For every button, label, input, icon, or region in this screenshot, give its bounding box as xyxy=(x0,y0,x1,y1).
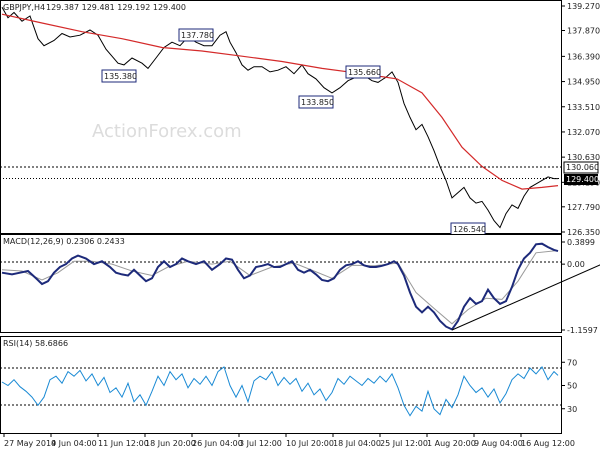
time-tick-label: 26 Jun 04:00 xyxy=(192,439,243,448)
macd-axis-tick-label: 0.3899 xyxy=(567,238,595,247)
price-axis-tick-label: 134.950 xyxy=(567,78,600,87)
price-axis-tick-label: 139.270 xyxy=(567,2,600,11)
macd-panel-frame xyxy=(0,234,562,333)
macd-axis-ticks: 0.3899 0.00 -1.1597 xyxy=(561,238,598,335)
symbol-label: GBPJPY,H4 xyxy=(3,3,45,12)
rsi-label: RSI(14) 58.6866 xyxy=(3,339,68,348)
flag-133850: 133.850 xyxy=(298,95,334,109)
price-axis-tick-label: 133.510 xyxy=(567,103,600,112)
time-tick-label: 18 Jun 20:00 xyxy=(145,439,196,448)
price-panel-frame xyxy=(0,0,562,234)
macd-panel: MACD(12,26,9) 0.2306 0.2433 0.3899 0.00 -1… xyxy=(0,234,600,335)
price-axis-ticks: 139.270 137.870 136.390 134.950 133.510 132.0… xyxy=(561,2,600,237)
forex-chart: GBPJPY,H4 129.387 129.481 129.192 129.40… xyxy=(0,0,600,448)
time-tick-label: 4 Jun 04:00 xyxy=(51,439,97,448)
price-axis-tick-label: 136.390 xyxy=(567,52,600,61)
rsi-axis-tick-label: 50 xyxy=(567,382,577,391)
time-tick-label: 11 Jun 12:00 xyxy=(98,439,149,448)
svg-text:129.400: 129.400 xyxy=(566,175,599,184)
svg-text:135.380: 135.380 xyxy=(104,72,137,81)
time-tick-label: 18 Jul 04:00 xyxy=(333,439,381,448)
svg-text:126.540: 126.540 xyxy=(453,225,486,234)
flag-135380: 135.380 xyxy=(101,69,137,83)
time-tick-label: 25 Jul 12:00 xyxy=(380,439,428,448)
current-price-label: 129.400 xyxy=(564,174,599,185)
flag-135660: 135.660 xyxy=(345,65,381,79)
time-tick-label: 16 Aug 12:00 xyxy=(521,439,575,448)
price-axis-tick-label: 137.870 xyxy=(567,26,600,35)
rsi-panel-frame xyxy=(0,336,562,434)
time-tick-label: 27 May 2019 xyxy=(4,439,56,448)
rsi-axis-tick-label: 30 xyxy=(567,405,577,414)
macd-axis-tick-label: -1.1597 xyxy=(567,326,598,335)
price-axis-tick-label: 132.070 xyxy=(567,128,600,137)
svg-text:130.060: 130.060 xyxy=(566,163,599,172)
price-axis-tick-label: 126.350 xyxy=(567,228,600,237)
time-tick-label: 10 Jul 20:00 xyxy=(286,439,334,448)
svg-text:135.660: 135.660 xyxy=(348,68,381,77)
flag-137780: 137.780 xyxy=(178,28,214,42)
svg-text:133.850: 133.850 xyxy=(301,98,334,107)
resistance-level-label: 130.060 xyxy=(563,161,599,174)
rsi-axis-tick-label: 70 xyxy=(567,358,577,367)
price-axis-tick-label: 130.630 xyxy=(567,153,600,162)
price-panel: GBPJPY,H4 129.387 129.481 129.192 129.40… xyxy=(0,0,600,237)
watermark: ActionForex.com xyxy=(92,121,242,142)
quote-values: 129.387 129.481 129.192 129.400 xyxy=(46,3,186,12)
time-axis: 27 May 20194 Jun 04:00 11 Jun 12:0018 Jun… xyxy=(3,433,575,448)
rsi-panel: RSI(14) 58.6866 70 50 30 xyxy=(0,336,577,434)
macd-axis-tick-label: 0.00 xyxy=(567,260,585,269)
rsi-axis-ticks: 70 50 30 xyxy=(561,358,577,414)
svg-text:137.780: 137.780 xyxy=(181,31,214,40)
macd-label: MACD(12,26,9) 0.2306 0.2433 xyxy=(3,237,125,246)
time-tick-label: 3 Jul 12:00 xyxy=(239,439,282,448)
time-tick-label: 9 Aug 04:00 xyxy=(474,439,523,448)
price-axis-tick-label: 127.790 xyxy=(567,203,600,212)
flag-126540: 126.540 xyxy=(450,222,486,236)
time-tick-label: 1 Aug 20:00 xyxy=(427,439,476,448)
